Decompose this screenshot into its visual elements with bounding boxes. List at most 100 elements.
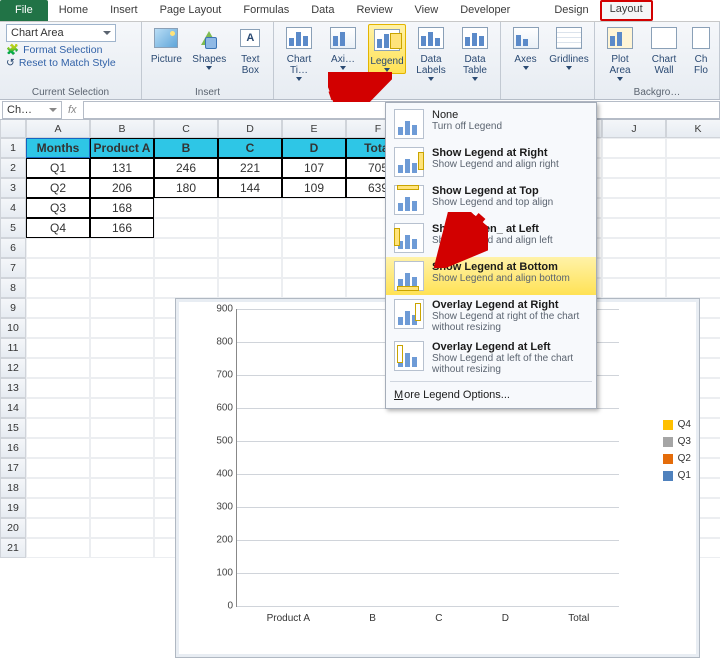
cell[interactable]: [602, 178, 666, 198]
column-header[interactable]: E: [282, 120, 346, 138]
tab-review[interactable]: Review: [345, 0, 403, 21]
cell[interactable]: [90, 258, 154, 278]
cell[interactable]: [666, 198, 720, 218]
column-header[interactable]: B: [90, 120, 154, 138]
cell[interactable]: [90, 278, 154, 298]
row-header[interactable]: 8: [0, 278, 26, 298]
row-header[interactable]: 9: [0, 298, 26, 318]
legend-option-none[interactable]: NoneTurn off Legend: [386, 105, 596, 143]
column-header[interactable]: K: [666, 120, 720, 138]
cell[interactable]: [602, 218, 666, 238]
cell[interactable]: [90, 518, 154, 538]
column-header[interactable]: A: [26, 120, 90, 138]
cell[interactable]: [90, 338, 154, 358]
cell[interactable]: [90, 238, 154, 258]
cell[interactable]: [666, 218, 720, 238]
legend-option-overlay-right[interactable]: Overlay Legend at RightShow Legend at ri…: [386, 295, 596, 337]
row-header[interactable]: 13: [0, 378, 26, 398]
row-header[interactable]: 19: [0, 498, 26, 518]
tab-page-layout[interactable]: Page Layout: [149, 0, 233, 21]
tab-file[interactable]: File: [0, 0, 48, 21]
cell[interactable]: [154, 198, 218, 218]
tab-layout[interactable]: Layout: [600, 0, 653, 21]
cell[interactable]: D: [282, 138, 346, 158]
tab-insert[interactable]: Insert: [99, 0, 149, 21]
cell[interactable]: [26, 358, 90, 378]
axis-titles-button[interactable]: Axi…: [324, 24, 362, 70]
cell[interactable]: Q1: [26, 158, 90, 178]
cell[interactable]: [90, 398, 154, 418]
tab-data[interactable]: Data: [300, 0, 345, 21]
column-header[interactable]: D: [218, 120, 282, 138]
cell[interactable]: [90, 458, 154, 478]
row-header[interactable]: 7: [0, 258, 26, 278]
row-header[interactable]: 14: [0, 398, 26, 418]
cell[interactable]: [26, 538, 90, 558]
data-labels-button[interactable]: DataLabels: [412, 24, 450, 81]
plot-area-button[interactable]: PlotArea: [601, 24, 639, 81]
cell[interactable]: C: [218, 138, 282, 158]
cell[interactable]: [90, 538, 154, 558]
cell[interactable]: [90, 298, 154, 318]
cell[interactable]: [282, 238, 346, 258]
cell[interactable]: [282, 198, 346, 218]
cell[interactable]: [666, 178, 720, 198]
shapes-button[interactable]: Shapes: [191, 24, 228, 70]
cell[interactable]: [154, 278, 218, 298]
cell[interactable]: [26, 418, 90, 438]
cell[interactable]: [602, 138, 666, 158]
cell[interactable]: 131: [90, 158, 154, 178]
cell[interactable]: [26, 498, 90, 518]
cell[interactable]: [26, 258, 90, 278]
cell[interactable]: [218, 258, 282, 278]
tab-home[interactable]: Home: [48, 0, 99, 21]
cell[interactable]: [90, 478, 154, 498]
cell[interactable]: B: [154, 138, 218, 158]
column-header[interactable]: J: [602, 120, 666, 138]
tab-formulas[interactable]: Formulas: [232, 0, 300, 21]
cell[interactable]: [282, 218, 346, 238]
row-header[interactable]: 18: [0, 478, 26, 498]
cell[interactable]: [666, 278, 720, 298]
name-box[interactable]: Ch…: [2, 101, 62, 119]
cell[interactable]: Q4: [26, 218, 90, 238]
row-header[interactable]: 1: [0, 138, 26, 158]
row-header[interactable]: 5: [0, 218, 26, 238]
row-header[interactable]: 16: [0, 438, 26, 458]
row-header[interactable]: 12: [0, 358, 26, 378]
cell[interactable]: [90, 318, 154, 338]
cell[interactable]: [602, 198, 666, 218]
row-header[interactable]: 4: [0, 198, 26, 218]
row-header[interactable]: 15: [0, 418, 26, 438]
legend-option-top[interactable]: Show Legend at TopShow Legend and top al…: [386, 181, 596, 219]
row-header[interactable]: 17: [0, 458, 26, 478]
cell[interactable]: 144: [218, 178, 282, 198]
gridlines-button[interactable]: Gridlines: [550, 24, 588, 70]
cell[interactable]: Q3: [26, 198, 90, 218]
chart-floor-button[interactable]: ChFlo: [689, 24, 713, 76]
textbox-button[interactable]: ATextBox: [234, 24, 267, 76]
cell[interactable]: 246: [154, 158, 218, 178]
cell[interactable]: 166: [90, 218, 154, 238]
cell[interactable]: [602, 258, 666, 278]
axes-button[interactable]: Axes: [507, 24, 544, 70]
cell[interactable]: [26, 458, 90, 478]
fx-icon[interactable]: fx: [68, 104, 77, 116]
row-header[interactable]: 21: [0, 538, 26, 558]
cell[interactable]: Q2: [26, 178, 90, 198]
cell[interactable]: [26, 518, 90, 538]
tab-developer[interactable]: Developer: [449, 0, 521, 21]
cell[interactable]: [26, 478, 90, 498]
cell[interactable]: 221: [218, 158, 282, 178]
cell[interactable]: [26, 318, 90, 338]
cell[interactable]: [26, 238, 90, 258]
cell[interactable]: 206: [90, 178, 154, 198]
cell[interactable]: 109: [282, 178, 346, 198]
row-header[interactable]: 3: [0, 178, 26, 198]
cell[interactable]: Product A: [90, 138, 154, 158]
cell[interactable]: [90, 438, 154, 458]
cell[interactable]: [218, 198, 282, 218]
row-header[interactable]: 6: [0, 238, 26, 258]
row-header[interactable]: 20: [0, 518, 26, 538]
format-selection[interactable]: Format Selection: [23, 44, 102, 56]
